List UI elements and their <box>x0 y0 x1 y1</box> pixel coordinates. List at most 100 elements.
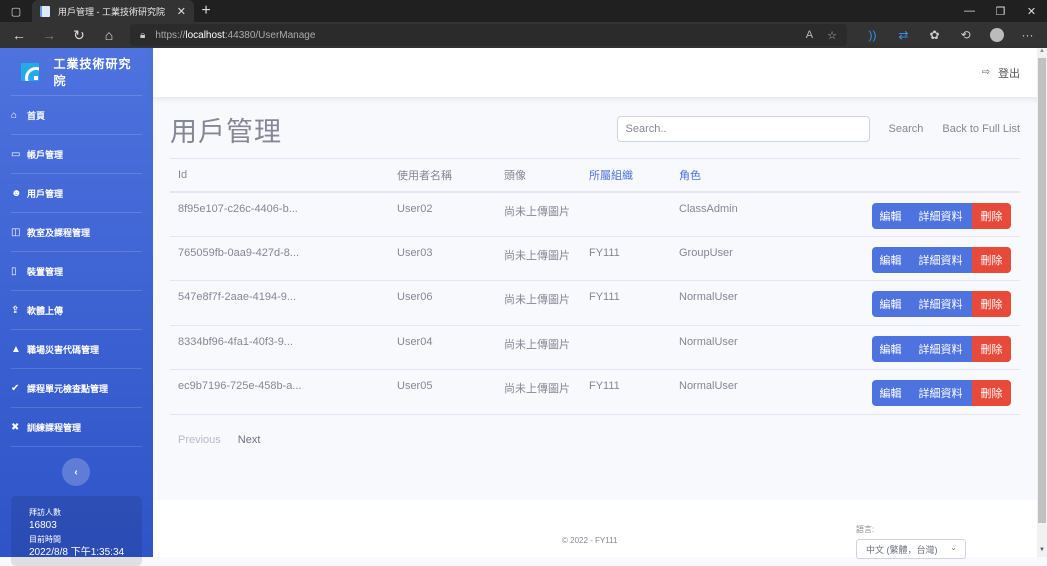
wireless-icon[interactable]: )) <box>857 28 888 42</box>
page-scrollbar[interactable]: ▲ ▼ <box>1037 48 1047 557</box>
tab-title: 用戶管理 - 工業技術研究院 <box>58 6 165 17</box>
home-browser-icon[interactable]: ⌂ <box>94 27 124 43</box>
favorite-add-icon[interactable]: ☆ <box>827 29 837 42</box>
url-path: :44380/UserManage <box>224 29 316 41</box>
more-menu-icon[interactable]: ··· <box>1012 28 1043 42</box>
cell-id: 765059fb-0aa9-427d-8... <box>170 236 389 281</box>
extensions-icon[interactable]: ✿ <box>919 28 950 42</box>
new-tab-button[interactable]: + <box>194 0 218 22</box>
copyright: © 2022 - FY111 <box>562 536 618 545</box>
previous-page-button[interactable]: Previous <box>178 434 221 446</box>
cell-id: 8f95e107-c26c-4406-b... <box>170 191 389 237</box>
delete-button[interactable]: 刪除 <box>972 380 1011 406</box>
brand-name: 工業技術研究院 <box>53 56 132 88</box>
details-button[interactable]: 詳細資料 <box>909 335 972 362</box>
sidebar-item-7[interactable]: ✔ 課程單元檢查點管理 <box>11 369 142 408</box>
read-aloud-icon[interactable]: A <box>806 29 813 41</box>
search-button[interactable]: Search <box>889 123 924 135</box>
cell-actions: 編輯 詳細資料 刪除 <box>781 191 1020 237</box>
edit-button[interactable]: 編輯 <box>872 380 909 406</box>
cell-role: NormalUser <box>671 280 781 326</box>
delete-button[interactable]: 刪除 <box>972 335 1011 362</box>
table-row: 765059fb-0aa9-427d-8... User03 尚未上傳圖片 FY111… <box>170 236 1020 281</box>
edit-button[interactable]: 編輯 <box>872 291 909 317</box>
scroll-down-icon[interactable]: ▼ <box>1037 547 1047 557</box>
sidebar-item-1[interactable]: ▭ 帳戶管理 <box>11 135 142 174</box>
search-input[interactable] <box>616 116 870 142</box>
edit-button[interactable]: 編輯 <box>872 202 909 229</box>
cell-organization <box>581 325 671 370</box>
col-header-actions <box>781 158 1020 193</box>
row-action-group: 編輯 詳細資料 刪除 <box>872 335 1011 362</box>
forward-icon[interactable]: → <box>34 27 64 43</box>
details-button[interactable]: 詳細資料 <box>909 380 972 406</box>
next-page-button[interactable]: Next <box>238 434 261 446</box>
cell-organization: FY111 <box>581 369 671 415</box>
cell-avatar: 尚未上傳圖片 <box>496 191 581 237</box>
details-button[interactable]: 詳細資料 <box>909 246 972 273</box>
scrollbar-thumb[interactable] <box>1038 58 1046 523</box>
window-close-icon[interactable]: ✕ <box>1016 0 1047 22</box>
language-select[interactable]: 中文 (繁體，台灣) ⌄ <box>856 539 966 559</box>
tab-close-icon[interactable]: ✕ <box>177 5 186 18</box>
row-action-group: 編輯 詳細資料 刪除 <box>872 380 1011 406</box>
sidebar-brand[interactable]: 工業技術研究院 <box>11 48 142 96</box>
sidebar-item-5[interactable]: ⇪ 軟體上傳 <box>11 291 142 330</box>
col-header-role[interactable]: 角色 <box>671 158 781 193</box>
delete-button[interactable]: 刪除 <box>972 246 1011 273</box>
repeat-icon[interactable]: ⇄ <box>888 28 919 42</box>
refresh-icon[interactable]: ↻ <box>64 27 94 44</box>
cell-id: ec9b7196-725e-458b-a... <box>170 369 389 415</box>
id-card-icon: ▭ <box>11 148 21 160</box>
sidebar-item-0[interactable]: ⌂ 首頁 <box>11 96 142 135</box>
sidebar-item-label: 裝置管理 <box>27 266 64 277</box>
row-action-group: 編輯 詳細資料 刪除 <box>872 246 1011 273</box>
edit-button[interactable]: 編輯 <box>872 335 909 362</box>
table-row: 8f95e107-c26c-4406-b... User02 尚未上傳圖片 Class… <box>170 191 1020 237</box>
sidebar-toggle-button[interactable]: ‹ <box>62 458 90 486</box>
footer: © 2022 - FY111 語言: 中文 (繁體，台灣) ⌄ <box>153 500 1037 559</box>
sidebar-item-label: 用戶管理 <box>27 188 64 199</box>
browser-tab-bar: ▢ 用戶管理 - 工業技術研究院 ✕ + — ❐ ✕ <box>0 0 1047 22</box>
minimize-icon[interactable]: — <box>954 0 985 22</box>
browser-tab-active[interactable]: 用戶管理 - 工業技術研究院 ✕ <box>32 0 194 22</box>
tab-actions-icon[interactable]: ▢ <box>0 0 32 22</box>
scroll-up-icon[interactable]: ▲ <box>1037 48 1047 58</box>
page-title: 用戶管理 <box>170 116 282 147</box>
cell-organization: FY111 <box>581 280 671 326</box>
cell-username: User06 <box>389 280 496 326</box>
visitors-value: 16803 <box>29 520 57 531</box>
back-icon[interactable]: ← <box>4 27 34 43</box>
cell-organization: FY111 <box>581 236 671 281</box>
url-host: localhost <box>185 29 225 41</box>
tools-icon: ✖ <box>11 421 20 433</box>
row-action-group: 編輯 詳細資料 刪除 <box>872 202 1011 229</box>
time-value: 2022/8/8 下午1:35:34 <box>29 547 125 558</box>
sidebar-item-3[interactable]: ◫ 教室及課程管理 <box>11 213 142 252</box>
details-button[interactable]: 詳細資料 <box>909 202 972 229</box>
sidebar-item-4[interactable]: ▯ 裝置管理 <box>11 252 142 291</box>
col-header-organization[interactable]: 所屬組織 <box>581 158 671 193</box>
home-icon: ⌂ <box>11 109 18 121</box>
url-scheme: https:// <box>155 29 186 41</box>
edit-button[interactable]: 編輯 <box>872 246 909 273</box>
sidebar-item-label: 帳戶管理 <box>27 149 64 160</box>
url-field[interactable]: 🔒︎ https://localhost:44380/UserManage A … <box>130 24 847 46</box>
profile-avatar-icon[interactable] <box>981 28 1012 43</box>
table-row: 547e8f7f-2aae-4194-9... User06 尚未上傳圖片 FY111… <box>170 280 1020 326</box>
details-button[interactable]: 詳細資料 <box>909 291 972 317</box>
back-to-full-list-link[interactable]: Back to Full List <box>942 123 1020 135</box>
sidebar-item-2[interactable]: ☻ 用戶管理 <box>11 174 142 213</box>
logout-label: 登出 <box>998 67 1020 80</box>
brand-logo-icon <box>21 62 40 81</box>
history-icon[interactable]: ⟲ <box>950 28 981 42</box>
sidebar-item-8[interactable]: ✖ 訓練課程管理 <box>11 408 142 447</box>
sidebar-item-6[interactable]: ▲ 職場災害代碼管理 <box>11 330 142 369</box>
delete-button[interactable]: 刪除 <box>972 291 1011 317</box>
logout-button[interactable]: ⇨ 登出 <box>982 65 1020 81</box>
language-label: 語言: <box>856 525 875 534</box>
visitors-label: 拜訪人數 <box>29 508 61 517</box>
address-bar: ← → ↻ ⌂ 🔒︎ https://localhost:44380/UserM… <box>0 22 1047 48</box>
restore-icon[interactable]: ❐ <box>985 0 1016 22</box>
delete-button[interactable]: 刪除 <box>972 202 1011 229</box>
